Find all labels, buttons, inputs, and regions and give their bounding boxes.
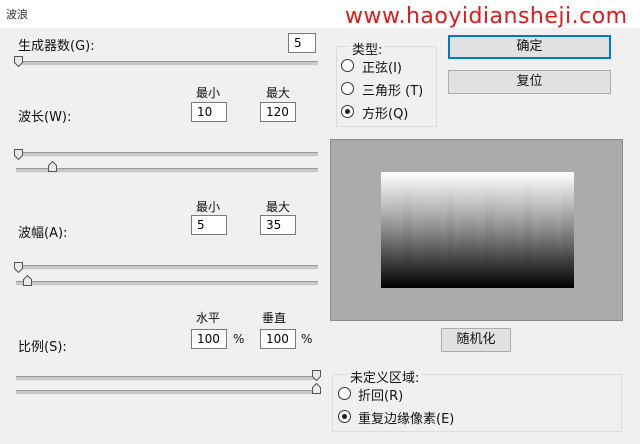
scale-horizontal-unit: %	[233, 332, 245, 346]
type-triangle-radio[interactable]	[341, 82, 354, 95]
repeat-edge-pixels-radio[interactable]	[338, 410, 351, 423]
generators-slider-track[interactable]	[16, 61, 318, 66]
generators-label: 生成器数(G):	[18, 39, 95, 54]
scale-horizontal-input[interactable]: 100	[191, 329, 227, 349]
wavelength-max-header: 最大	[266, 86, 291, 100]
undefined-area-title: 未定义区域:	[348, 367, 422, 386]
wavelength-min-slider-track[interactable]	[16, 152, 318, 157]
type-square-label[interactable]: 方形(Q)	[362, 103, 408, 122]
type-triangle-label[interactable]: 三角形 (T)	[362, 80, 423, 99]
window-title: 波浪	[6, 8, 28, 21]
scale-vertical-header: 垂直	[262, 311, 287, 325]
repeat-edge-pixels-label[interactable]: 重复边缘像素(E)	[358, 408, 454, 427]
amplitude-min-slider-thumb[interactable]	[14, 262, 23, 273]
reset-button[interactable]: 复位	[448, 70, 611, 94]
preview-panel	[330, 139, 623, 321]
wavelength-min-slider-thumb[interactable]	[14, 149, 23, 160]
wave-preview-image	[381, 172, 574, 288]
amplitude-max-slider-track[interactable]	[16, 281, 318, 286]
scale-horizontal-slider-thumb[interactable]	[312, 370, 321, 381]
generators-slider-thumb[interactable]	[14, 56, 23, 67]
wavelength-max-slider-track[interactable]	[16, 168, 318, 173]
scale-vertical-unit: %	[301, 332, 313, 346]
amplitude-min-header: 最小	[196, 200, 221, 214]
wavelength-min-input[interactable]: 10	[191, 102, 227, 122]
scale-horizontal-slider-track[interactable]	[16, 376, 318, 381]
type-group-title: 类型:	[350, 39, 385, 58]
amplitude-max-input[interactable]: 35	[260, 215, 296, 235]
amplitude-max-header: 最大	[266, 200, 291, 214]
amplitude-label: 波幅(A):	[18, 226, 68, 241]
type-square-radio[interactable]	[341, 105, 354, 118]
scale-vertical-input[interactable]: 100	[260, 329, 296, 349]
amplitude-min-input[interactable]: 5	[191, 215, 227, 235]
radio-selected-dot	[345, 109, 350, 114]
scale-horizontal-header: 水平	[196, 311, 221, 325]
ok-button[interactable]: 确定	[448, 35, 611, 59]
type-sine-radio[interactable]	[341, 59, 354, 72]
type-sine-label[interactable]: 正弦(I)	[362, 57, 402, 76]
radio-selected-dot	[342, 414, 347, 419]
wavelength-label: 波长(W):	[18, 110, 72, 125]
generators-input[interactable]: 5	[288, 33, 316, 53]
scale-label: 比例(S):	[18, 340, 67, 355]
amplitude-max-slider-thumb[interactable]	[23, 275, 32, 286]
randomize-button[interactable]: 随机化	[441, 328, 511, 352]
wavelength-min-header: 最小	[196, 86, 221, 100]
wrap-around-radio[interactable]	[338, 387, 351, 400]
watermark-text: www.haoyidiansheji.com	[345, 4, 628, 29]
scale-vertical-slider-thumb[interactable]	[312, 383, 321, 394]
scale-vertical-slider-track[interactable]	[16, 390, 318, 395]
wrap-around-label[interactable]: 折回(R)	[358, 385, 403, 404]
wavelength-max-slider-thumb[interactable]	[48, 161, 57, 172]
wavelength-max-input[interactable]: 120	[260, 102, 296, 122]
amplitude-min-slider-track[interactable]	[16, 265, 318, 270]
